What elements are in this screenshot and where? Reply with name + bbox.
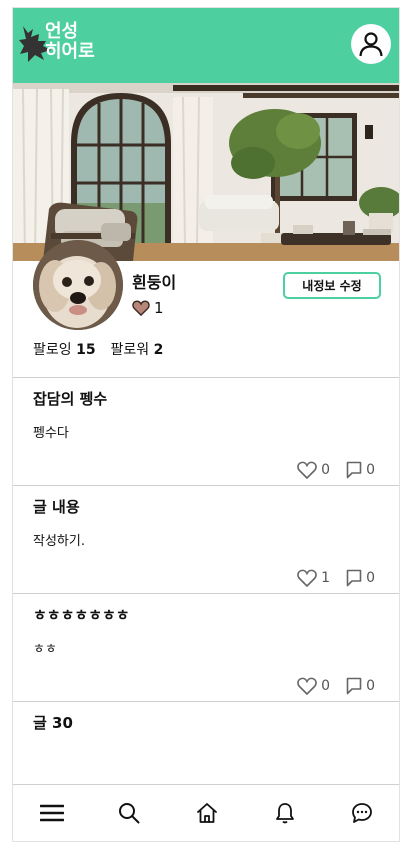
edit-profile-button[interactable]: 내정보 수정 bbox=[283, 272, 381, 299]
nav-search-button[interactable] bbox=[109, 793, 149, 833]
following-label[interactable]: 팔로잉 bbox=[33, 342, 72, 358]
post-comment-stat[interactable]: 0 bbox=[346, 677, 375, 695]
post-title: ㅎㅎㅎㅎㅎㅎㅎ bbox=[33, 606, 130, 624]
search-icon bbox=[119, 803, 140, 824]
post-item[interactable]: ㅎㅎㅎㅎㅎㅎㅎ ㅎㅎ 0 0 bbox=[13, 593, 399, 701]
bottom-nav bbox=[13, 784, 399, 841]
post-stats: 0 0 bbox=[297, 677, 375, 695]
post-body: 펭수다 bbox=[33, 426, 69, 441]
post-list: 잡담의 펭수 펭수다 0 0 글 내용 작성하기. 1 0 ㅎㅎㅎㅎㅎㅎㅎ ㅎㅎ… bbox=[13, 377, 399, 781]
comment-icon bbox=[346, 461, 362, 479]
heart-outline-icon bbox=[297, 569, 317, 587]
home-icon bbox=[197, 803, 217, 823]
logo[interactable]: 언성 히어로 bbox=[19, 20, 111, 70]
bell-icon bbox=[275, 803, 294, 824]
avatar[interactable] bbox=[33, 240, 123, 330]
comment-icon bbox=[346, 677, 362, 695]
logo-line-1: 언성 bbox=[45, 21, 79, 42]
chat-icon bbox=[352, 803, 373, 823]
post-stats: 1 0 bbox=[297, 569, 375, 587]
cover-image bbox=[13, 83, 399, 261]
post-like-count: 0 bbox=[321, 462, 331, 478]
post-comment-count: 0 bbox=[366, 570, 375, 586]
profile-section: 흰둥이 1 내정보 수정 팔로잉 15 팔로워 2 bbox=[13, 240, 399, 377]
nav-menu-button[interactable] bbox=[32, 793, 72, 833]
post-title: 잡담의 펭수 bbox=[33, 390, 108, 408]
post-comment-count: 0 bbox=[366, 678, 375, 694]
menu-icon bbox=[39, 804, 64, 822]
follow-stats: 팔로잉 15 팔로워 2 bbox=[33, 339, 163, 359]
post-body: 작성하기. bbox=[33, 534, 85, 549]
post-like-stat[interactable]: 0 bbox=[297, 461, 330, 479]
logo-line-2: 히어로 bbox=[45, 41, 95, 62]
post-stats: 0 0 bbox=[297, 461, 375, 479]
post-comment-stat[interactable]: 0 bbox=[346, 569, 375, 587]
living-room-photo bbox=[13, 83, 399, 261]
dog-photo bbox=[33, 240, 123, 330]
profile-button[interactable] bbox=[351, 24, 391, 64]
post-title: 글 30 bbox=[33, 714, 73, 732]
nav-notifications-button[interactable] bbox=[265, 793, 305, 833]
heart-outline-icon bbox=[297, 677, 317, 695]
post-comment-stat[interactable]: 0 bbox=[346, 461, 375, 479]
logo-text: 언성 히어로 bbox=[45, 22, 95, 62]
profile-likes: 1 bbox=[132, 299, 164, 317]
heart-outline-icon bbox=[297, 461, 317, 479]
heart-icon bbox=[132, 300, 150, 316]
comment-icon bbox=[346, 569, 362, 587]
post-like-count: 1 bbox=[321, 570, 331, 586]
followers-label[interactable]: 팔로워 bbox=[110, 342, 149, 358]
post-body: ㅎㅎ bbox=[33, 642, 57, 657]
post-title: 글 내용 bbox=[33, 498, 80, 516]
likes-count: 1 bbox=[154, 299, 164, 317]
nav-home-button[interactable] bbox=[187, 793, 227, 833]
app-frame: 언성 히어로 흰둥이 1 내정보 수정 팔로잉 15 팔로워 2 잡담의 펭수 … bbox=[12, 7, 400, 842]
post-item[interactable]: 글 30 bbox=[13, 701, 399, 781]
post-comment-count: 0 bbox=[366, 462, 375, 478]
post-like-count: 0 bbox=[321, 678, 331, 694]
following-count[interactable]: 15 bbox=[76, 342, 95, 358]
app-header: 언성 히어로 bbox=[13, 8, 399, 83]
nickname: 흰둥이 bbox=[132, 273, 177, 292]
post-item[interactable]: 잡담의 펭수 펭수다 0 0 bbox=[13, 377, 399, 485]
post-like-stat[interactable]: 1 bbox=[297, 569, 330, 587]
followers-count[interactable]: 2 bbox=[154, 342, 164, 358]
user-icon bbox=[359, 32, 383, 57]
nav-chat-button[interactable] bbox=[342, 793, 382, 833]
post-item[interactable]: 글 내용 작성하기. 1 0 bbox=[13, 485, 399, 593]
post-like-stat[interactable]: 0 bbox=[297, 677, 330, 695]
